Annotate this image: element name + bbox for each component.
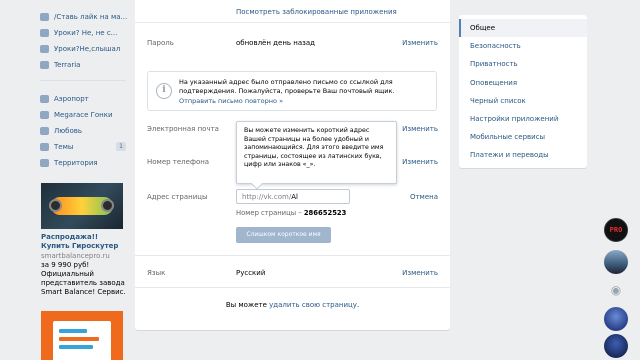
address-prefix: http://vk.com/ bbox=[242, 193, 292, 201]
address-label: Адрес страницы bbox=[147, 193, 208, 201]
settings-nav-security[interactable]: Безопасность bbox=[459, 37, 587, 55]
game-icon bbox=[40, 159, 49, 167]
chat-bubble-avatar[interactable]: PRO bbox=[604, 218, 628, 242]
chat-bubble-avatar[interactable] bbox=[604, 334, 628, 358]
password-change-link[interactable]: Изменить bbox=[402, 39, 438, 47]
game-icon bbox=[40, 95, 49, 103]
game-icon bbox=[40, 111, 49, 119]
group-icon bbox=[40, 61, 49, 69]
phone-label: Номер телефона bbox=[147, 158, 210, 166]
settings-nav-general[interactable]: Общее bbox=[459, 19, 587, 38]
phone-change-link[interactable]: Изменить bbox=[402, 158, 438, 166]
left-menu-item[interactable]: Уроки?Не,слышал bbox=[40, 41, 130, 57]
language-change-link[interactable]: Изменить bbox=[402, 269, 438, 277]
address-input[interactable]: http://vk.com/Al bbox=[236, 189, 350, 204]
ad-title[interactable]: Распродажа!! Купить Гироскутер bbox=[41, 233, 129, 251]
chat-bubble-avatar[interactable] bbox=[604, 307, 628, 331]
delete-page-link[interactable]: удалить свою страницу bbox=[269, 301, 357, 309]
tooltip-text: Вы можете изменить короткий адрес Вашей … bbox=[244, 127, 384, 169]
settings-nav-notifications[interactable]: Оповещения bbox=[459, 74, 587, 92]
delete-suffix: . bbox=[356, 301, 360, 309]
delete-prefix: Вы можете bbox=[225, 301, 270, 309]
left-menu-item-label: /Ставь лайк на ма... bbox=[54, 13, 128, 21]
counter-badge: 1 bbox=[116, 142, 126, 151]
left-menu-item-label: Terraria bbox=[54, 61, 81, 69]
divider bbox=[135, 22, 450, 23]
camera-icon[interactable]: ◉ bbox=[605, 279, 627, 301]
notice-text: На указанный адрес было отправлено письм… bbox=[179, 78, 395, 95]
divider bbox=[135, 255, 450, 256]
left-menu-item[interactable]: Уроки? Не, не с... bbox=[40, 25, 130, 41]
short-name-button[interactable]: Слишком короткое имя bbox=[236, 227, 331, 243]
left-menu-item-label: Уроки? Не, не с... bbox=[54, 29, 118, 37]
ad-image-hoverboard[interactable] bbox=[41, 183, 123, 229]
group-icon bbox=[40, 29, 49, 37]
blocked-apps-link[interactable]: Посмотреть заблокированные приложения bbox=[236, 8, 397, 16]
left-menu-item[interactable]: Любовь bbox=[40, 123, 130, 139]
ad-image-second[interactable] bbox=[41, 311, 123, 360]
left-menu-item[interactable]: Темы 1 bbox=[40, 139, 130, 155]
left-menu-item[interactable]: /Ставь лайк на ма... bbox=[40, 9, 130, 25]
settings-nav-mobile[interactable]: Мобильные сервисы bbox=[459, 128, 587, 146]
email-change-link[interactable]: Изменить bbox=[402, 125, 438, 133]
left-menu-item[interactable]: Megarace Гонки bbox=[40, 107, 130, 123]
left-menu-item[interactable]: Аэропорт bbox=[40, 91, 130, 107]
left-menu-item-label: Уроки?Не,слышал bbox=[54, 45, 121, 53]
left-menu-item-label: Любовь bbox=[54, 127, 83, 135]
info-icon: i bbox=[156, 83, 172, 99]
left-menu-item-label: Megarace Гонки bbox=[54, 111, 113, 119]
page-number-value: 286652523 bbox=[303, 209, 347, 217]
page-number: Номер страницы – 286652523 bbox=[236, 209, 346, 217]
address-tooltip: Вы можете изменить короткий адрес Вашей … bbox=[236, 121, 397, 190]
left-menu-item-label: Аэропорт bbox=[54, 95, 89, 103]
chat-bubble-avatar[interactable] bbox=[604, 250, 628, 274]
game-icon bbox=[40, 143, 49, 151]
settings-nav-blacklist[interactable]: Черный список bbox=[459, 92, 587, 110]
group-icon bbox=[40, 13, 49, 21]
left-menu-item-label: Территория bbox=[54, 159, 98, 167]
left-menu-item-label: Темы bbox=[54, 143, 74, 151]
email-label: Электронная почта bbox=[147, 125, 219, 133]
divider bbox=[135, 287, 450, 288]
language-label: Язык bbox=[147, 269, 166, 277]
group-icon bbox=[40, 45, 49, 53]
left-menu-item[interactable]: Территория bbox=[40, 155, 130, 171]
settings-nav-app-settings[interactable]: Настройки приложений bbox=[459, 110, 587, 128]
left-menu: /Ставь лайк на ма... Уроки? Не, не с... … bbox=[40, 12, 130, 171]
address-value: Al bbox=[291, 193, 298, 201]
password-value: обновлён день назад bbox=[236, 39, 315, 47]
delete-page-text: Вы можете удалить свою страницу. bbox=[135, 301, 450, 309]
address-cancel-link[interactable]: Отмена bbox=[410, 193, 438, 201]
game-icon bbox=[40, 127, 49, 135]
email-confirmation-notice: i На указанный адрес было отправлено пис… bbox=[147, 71, 437, 111]
left-menu-item[interactable]: Terraria bbox=[40, 57, 130, 73]
ad-domain: smartbalancepro.ru bbox=[41, 252, 110, 260]
settings-nav-privacy[interactable]: Приватность bbox=[459, 55, 587, 73]
settings-nav: Общее Безопасность Приватность Оповещени… bbox=[459, 15, 587, 168]
language-value: Русский bbox=[236, 269, 266, 277]
page-number-label: Номер страницы – bbox=[236, 209, 302, 217]
ad-text: за 9 990 руб! Официальный представитель … bbox=[41, 261, 126, 296]
resend-email-link[interactable]: Отправить письмо повторно » bbox=[179, 97, 283, 105]
settings-nav-payments[interactable]: Платежи и переводы bbox=[459, 146, 587, 164]
password-label: Пароль bbox=[147, 39, 174, 47]
